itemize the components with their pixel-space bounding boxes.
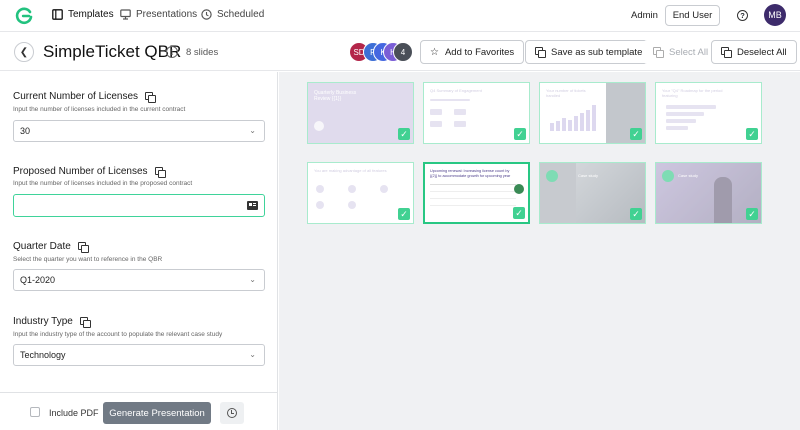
industry-type-label-text: Industry Type [13,316,73,327]
proposed-licenses-label: Proposed Number of Licenses [13,166,166,178]
quarter-date-select[interactable]: Q1-2020 ⌄ [13,269,265,291]
current-licenses-value: 30 [20,126,31,136]
quarter-date-value: Q1-2020 [20,275,56,285]
tab-scheduled-label: Scheduled [217,9,265,20]
current-licenses-select[interactable]: 30 ⌄ [13,120,265,142]
app-logo-icon[interactable] [14,6,34,26]
tab-presentations[interactable]: Presentations [120,9,197,20]
slide-thumbnail[interactable]: Quarterly Business Review {{1}} ✓ [307,82,414,144]
help-icon[interactable]: ? [737,10,748,21]
copy-variable-icon[interactable] [77,241,89,253]
slide-title: Upcoming renewal: Increasing license cou… [430,169,511,178]
copy-variable-icon[interactable] [154,166,166,178]
tab-templates-label: Templates [68,9,114,20]
variables-form: Current Number of Licenses Input the num… [0,72,278,392]
checkmark-icon[interactable]: ✓ [746,128,758,140]
slide-thumbnail[interactable]: Q4 Summary of Engagement ✓ [423,82,530,144]
checkmark-icon[interactable]: ✓ [746,208,758,220]
slide-thumbnail[interactable]: Case study ✓ [655,162,762,224]
slide-table [430,184,516,210]
tab-templates[interactable]: Templates [52,9,114,20]
quarter-date-label: Quarter Date [13,241,89,253]
deselect-all-label: Deselect All [737,46,787,58]
slide-table-row [430,191,516,192]
page-title: SimpleTicket QBR [43,42,182,61]
contact-card-icon[interactable] [247,201,258,210]
checkmark-icon[interactable]: ✓ [514,128,526,140]
template-header: ❮ SimpleTicket QBR i 8 slides SD R K H 4… [0,33,800,71]
info-icon[interactable]: i [166,46,178,58]
chevron-down-icon: ⌄ [249,126,256,135]
proposed-licenses-input[interactable] [13,194,265,217]
top-nav: Templates Presentations Scheduled Admin … [0,0,800,32]
checkmark-icon[interactable]: ✓ [630,128,642,140]
proposed-licenses-hint: Input the number of licenses included in… [13,180,193,187]
current-licenses-label-text: Current Number of Licenses [13,91,139,102]
slide-table-row [430,198,516,199]
history-icon [227,408,237,418]
checkmark-icon[interactable]: ✓ [513,207,525,219]
end-user-button[interactable]: End User [665,5,720,26]
industry-type-value: Technology [20,350,66,360]
include-pdf-checkbox[interactable] [30,407,40,417]
tab-scheduled[interactable]: Scheduled [201,9,264,20]
presentation-icon [120,9,131,20]
quarter-date-label-text: Quarter Date [13,241,71,252]
copy-icon [535,47,546,58]
current-licenses-label: Current Number of Licenses [13,91,157,103]
quarter-date-hint: Select the quarter you want to reference… [13,256,163,263]
save-sub-template-button[interactable]: Save as sub template [525,40,653,64]
admin-link[interactable]: Admin [631,10,658,21]
current-licenses-hint: Input the number of licenses included in… [13,106,186,113]
slide-grid: Quarterly Business Review {{1}} ✓ Q4 Sum… [279,72,800,430]
checkmark-icon[interactable]: ✓ [398,208,410,220]
slide-thumbnail[interactable]: Your "Q4" Roadmap for the period featuri… [655,82,762,144]
history-button[interactable] [220,402,244,424]
add-to-favorites-label: Add to Favorites [444,46,515,58]
chevron-down-icon: ⌄ [249,275,256,284]
chevron-left-icon: ❮ [19,46,29,58]
industry-type-select[interactable]: Technology ⌄ [13,344,265,366]
proposed-licenses-label-text: Proposed Number of Licenses [13,166,148,177]
generate-bar: Include PDF Generate Presentation [0,392,278,430]
deselect-all-icon [721,47,732,58]
deselect-all-button[interactable]: Deselect All [711,40,797,64]
slide-thumbnail[interactable]: Case study ✓ [539,162,646,224]
select-all-icon [653,47,664,58]
select-all-label: Select All [669,46,709,58]
user-avatar[interactable]: MB [764,4,786,26]
avatar[interactable]: 4 [393,42,413,62]
slide-thumbnail[interactable]: Your number of tickets handled ✓ [539,82,646,144]
checkmark-icon[interactable]: ✓ [398,128,410,140]
industry-type-label: Industry Type [13,316,91,328]
clock-icon [201,9,212,20]
copy-variable-icon[interactable] [79,316,91,328]
include-pdf-label[interactable]: Include PDF [49,408,99,418]
slide-thumbnail-selected[interactable]: Upcoming renewal: Increasing license cou… [423,162,530,224]
slide-badge-icon [514,184,524,194]
chevron-down-icon: ⌄ [249,350,256,359]
save-sub-template-label: Save as sub template [551,46,643,58]
industry-type-hint: Input the industry type of the account t… [13,331,223,338]
tab-presentations-label: Presentations [136,9,198,20]
copy-variable-icon[interactable] [145,91,157,103]
templates-icon [52,9,63,20]
add-to-favorites-button[interactable]: ☆ Add to Favorites [420,40,525,64]
checkmark-icon[interactable]: ✓ [630,208,642,220]
back-button[interactable]: ❮ [14,42,34,62]
select-all-button[interactable]: Select All [643,40,719,64]
slide-count: 8 slides [186,47,219,58]
slide-table-row [430,205,516,206]
star-icon: ☆ [430,46,439,58]
slide-thumbnail[interactable]: You are making advantage of all features… [307,162,414,224]
generate-presentation-button[interactable]: Generate Presentation [103,402,211,424]
